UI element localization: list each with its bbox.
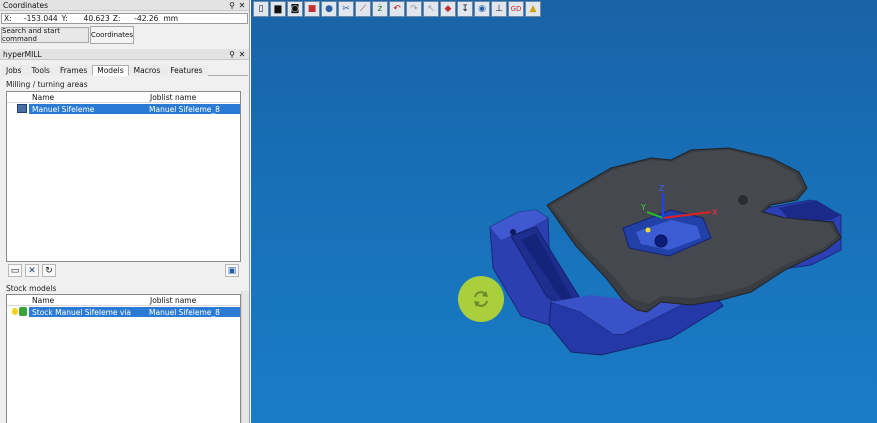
list-item[interactable]: Manuel Sifeleme Manuel Sifeleme_8: [29, 104, 240, 114]
delete-icon[interactable]: ✕: [25, 264, 39, 277]
pin-icon[interactable]: ⚲: [227, 1, 237, 10]
lightbulb-icon: [12, 308, 18, 315]
bore-feature: [654, 234, 668, 248]
close-icon[interactable]: ✕: [237, 50, 247, 59]
x-value: -153.044: [23, 14, 58, 23]
part-model[interactable]: X Y Z: [251, 0, 877, 423]
tab-features[interactable]: Features: [165, 65, 208, 76]
gizmo-y-label: Y: [640, 203, 646, 212]
coordinates-readout: X: -153.044 Y: 40.623 Z: -42.26 mm: [1, 13, 248, 24]
list-item[interactable]: Stock Manuel Sifeleme via Manuel Sifelem…: [29, 307, 240, 317]
milling-areas-label: Milling / turning areas: [6, 80, 88, 89]
unit-label: mm: [163, 14, 179, 23]
milling-areas-list: Name Joblist name Manuel Sifeleme Manuel…: [6, 91, 241, 262]
tab-jobs[interactable]: Jobs: [1, 65, 27, 76]
stock-models-label: Stock models: [6, 284, 57, 293]
z-label: Z:: [112, 14, 121, 23]
model-settings-icon[interactable]: ▣: [225, 264, 239, 277]
tab-tools[interactable]: Tools: [26, 65, 55, 76]
gizmo-origin: [645, 227, 651, 233]
tab-macros[interactable]: Macros: [128, 65, 166, 76]
new-model-icon[interactable]: ▭: [8, 264, 22, 277]
hypermill-tabs: Jobs Tools Frames Models Macros Features: [1, 65, 248, 76]
hypermill-title-text: hyperMILL: [3, 49, 42, 59]
stock-list-header: Name Joblist name: [7, 295, 240, 306]
z-value: -42.26: [134, 14, 159, 23]
y-label: Y:: [61, 14, 68, 23]
rotate-icon: [474, 291, 488, 307]
model-icon: [17, 104, 27, 113]
milling-row-name: Manuel Sifeleme: [32, 104, 95, 114]
coordinates-panel-title: Coordinates ⚲ ✕: [0, 0, 249, 11]
search-start-command-button[interactable]: Search and start command: [1, 27, 89, 43]
3d-viewport[interactable]: ▯ ▆ ◙ ■ ● ✂ ⟋ ż ↶ ↷ ↖ ◆ ↧ ◉ ⊥ GD ▲ X Y Z: [251, 0, 877, 423]
col-name-header[interactable]: Name: [32, 93, 150, 102]
x-label: X:: [4, 14, 12, 23]
stock-icon: [19, 307, 27, 316]
rotate-view-button[interactable]: [458, 276, 504, 322]
gizmo-z-label: Z: [659, 184, 665, 193]
gizmo-x-label: X: [712, 208, 718, 217]
col-name-header[interactable]: Name: [32, 296, 150, 305]
tab-frames[interactable]: Frames: [54, 65, 93, 76]
panel-scrollbar[interactable]: [241, 291, 249, 423]
close-icon[interactable]: ✕: [237, 1, 247, 10]
refresh-icon[interactable]: ↻: [42, 264, 56, 277]
y-value: 40.623: [83, 14, 110, 23]
milling-list-header: Name Joblist name: [7, 92, 240, 103]
stock-hole: [510, 229, 516, 235]
stock-row-name: Stock Manuel Sifeleme via: [32, 307, 132, 317]
milling-row-joblist: Manuel Sifeleme_8: [149, 104, 220, 114]
stock-row-joblist: Manuel Sifeleme_8: [149, 307, 220, 317]
coordinates-title-text: Coordinates: [3, 0, 49, 10]
hypermill-panel-title: hyperMILL ⚲ ✕: [0, 49, 249, 60]
pin-icon[interactable]: ⚲: [227, 50, 237, 59]
stock-models-list: Name Joblist name Stock Manuel Sifeleme …: [6, 294, 241, 423]
plate-hole: [738, 195, 748, 205]
coordinates-button[interactable]: Coordinates: [90, 26, 134, 44]
milling-list-toolbar: ▭ ✕ ↻ ▣: [6, 263, 241, 279]
tab-models[interactable]: Models: [92, 65, 129, 76]
col-joblist-header[interactable]: Joblist name: [150, 296, 196, 305]
col-joblist-header[interactable]: Joblist name: [150, 93, 196, 102]
left-panel: Coordinates ⚲ ✕ X: -153.044 Y: 40.623 Z:…: [0, 0, 250, 423]
